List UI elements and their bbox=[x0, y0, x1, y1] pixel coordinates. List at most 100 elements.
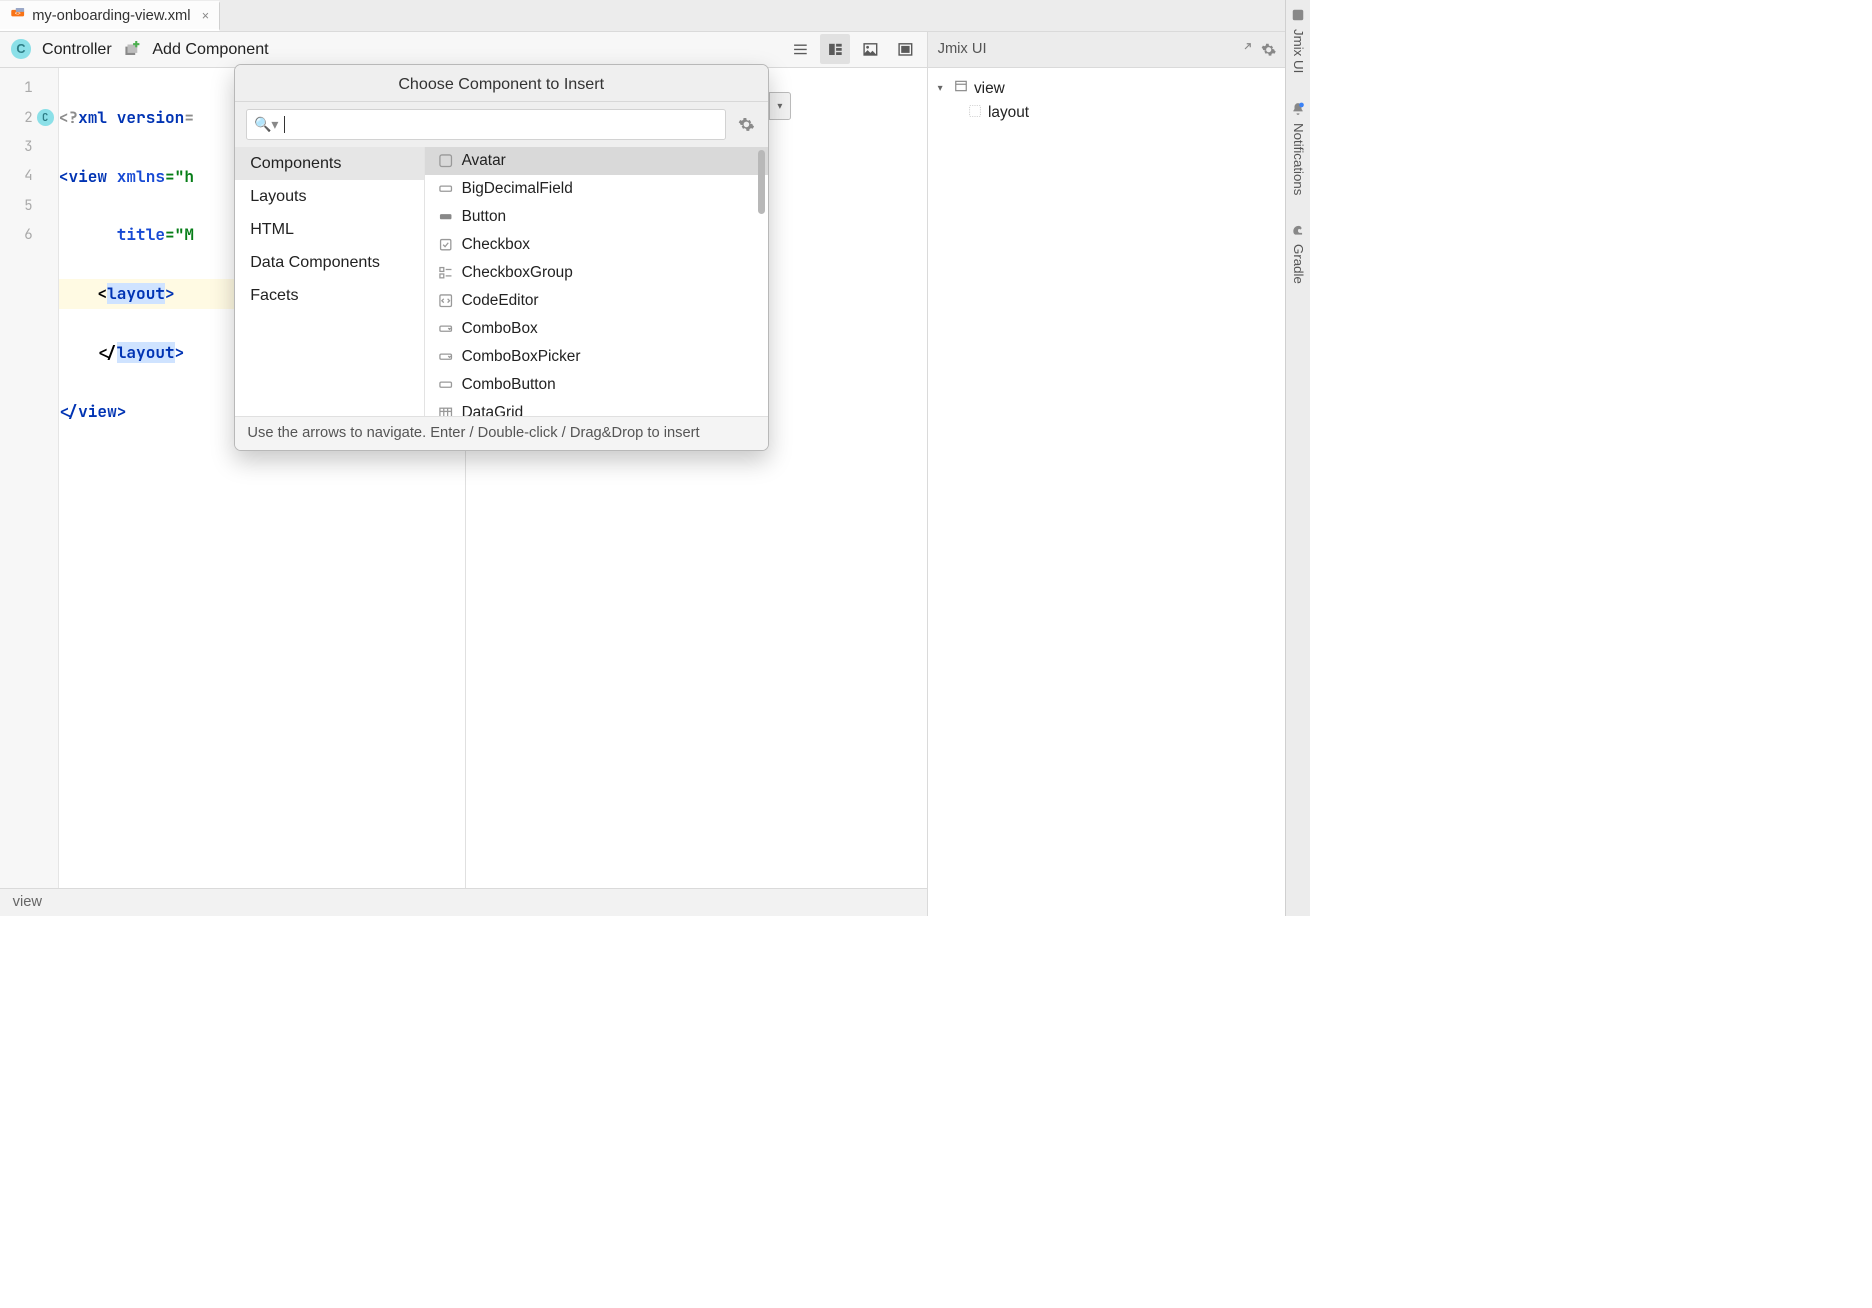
combo-button-icon bbox=[438, 377, 453, 392]
controller-link[interactable]: Controller bbox=[42, 40, 112, 59]
popup-title: Choose Component to Insert bbox=[235, 65, 768, 102]
gutter: 1 2C 3 4 5 6 bbox=[0, 68, 59, 888]
category-item[interactable]: Data Components bbox=[235, 246, 424, 279]
avatar-icon bbox=[438, 153, 453, 168]
gutter-line: 1 bbox=[0, 73, 58, 102]
component-label: ComboBoxPicker bbox=[462, 348, 581, 366]
component-chooser-popup: Choose Component to Insert 🔍▾ Components… bbox=[234, 64, 769, 450]
status-bar: view bbox=[0, 888, 927, 916]
tree-node-label: layout bbox=[988, 104, 1029, 122]
code-token: xml version bbox=[78, 107, 184, 128]
component-item[interactable]: ComboBox bbox=[425, 315, 767, 343]
controller-icon: C bbox=[11, 39, 31, 59]
category-item[interactable]: Components bbox=[235, 147, 424, 180]
component-item[interactable]: Checkbox bbox=[425, 231, 767, 259]
popup-hint: Use the arrows to navigate. Enter / Doub… bbox=[235, 416, 768, 450]
checkbox-group-icon bbox=[438, 265, 453, 280]
code-token: < bbox=[59, 283, 107, 304]
code-token: < bbox=[59, 166, 69, 187]
tree-node-label: view bbox=[974, 80, 1005, 98]
checkbox-icon bbox=[438, 237, 453, 252]
component-search-input[interactable]: 🔍▾ bbox=[246, 109, 726, 140]
view-mode-split-icon[interactable] bbox=[820, 34, 849, 63]
component-label: CodeEditor bbox=[462, 292, 539, 310]
component-label: Avatar bbox=[462, 152, 506, 170]
button-icon bbox=[438, 209, 453, 224]
gear-icon[interactable] bbox=[1260, 41, 1277, 58]
structure-tree[interactable]: ▾ view layout bbox=[928, 68, 1311, 916]
code-token: <? bbox=[59, 107, 78, 128]
code-token: > bbox=[117, 401, 127, 422]
code-token: title bbox=[117, 224, 165, 245]
combo-dropdown-button[interactable]: ▾ bbox=[769, 92, 791, 120]
window-icon bbox=[954, 79, 968, 98]
component-list[interactable]: Avatar BigDecimalField Button Checkbox C… bbox=[425, 147, 767, 416]
code-token: </ bbox=[59, 342, 117, 363]
tree-node-view[interactable]: ▾ view bbox=[938, 76, 1301, 101]
structure-title: Jmix UI bbox=[938, 41, 987, 57]
component-label: Button bbox=[462, 208, 507, 226]
code-token: = bbox=[165, 224, 175, 245]
code-editor-icon bbox=[438, 293, 453, 308]
gutter-line: 5 bbox=[0, 191, 58, 220]
rail-jmix-ui[interactable]: Jmix UI bbox=[1291, 4, 1306, 78]
jmix-icon bbox=[1291, 8, 1306, 23]
code-token: = bbox=[184, 107, 194, 128]
component-item[interactable]: Avatar bbox=[425, 147, 767, 175]
category-item[interactable]: HTML bbox=[235, 213, 424, 246]
gutter-line: 2C bbox=[0, 103, 58, 132]
view-mode-preview-icon[interactable] bbox=[890, 34, 919, 63]
gear-icon[interactable] bbox=[735, 114, 756, 135]
field-icon bbox=[438, 181, 453, 196]
category-item[interactable]: Facets bbox=[235, 279, 424, 312]
gutter-line: 3 bbox=[0, 132, 58, 161]
scrollbar[interactable] bbox=[758, 150, 765, 214]
code-token: view bbox=[78, 401, 117, 422]
code-token: layout bbox=[117, 342, 175, 363]
breadcrumb[interactable]: view bbox=[13, 894, 42, 910]
xml-file-icon: <> bbox=[10, 8, 25, 23]
rail-gradle[interactable]: Gradle bbox=[1291, 219, 1306, 288]
structure-header: Jmix UI bbox=[928, 32, 1311, 68]
tree-node-layout[interactable]: layout bbox=[938, 101, 1301, 126]
close-icon[interactable]: × bbox=[202, 9, 209, 23]
rail-label: Jmix UI bbox=[1291, 29, 1306, 73]
rail-label: Gradle bbox=[1291, 244, 1306, 284]
view-mode-list-icon[interactable] bbox=[785, 34, 814, 63]
component-item[interactable]: ComboBoxPicker bbox=[425, 343, 767, 371]
rail-label: Notifications bbox=[1291, 123, 1306, 195]
combobox-picker-icon bbox=[438, 349, 453, 364]
add-component-link[interactable]: Add Component bbox=[152, 40, 268, 59]
structure-panel: Jmix UI ▾ view layout bbox=[927, 32, 1311, 916]
text-caret bbox=[284, 116, 285, 133]
component-item[interactable]: Button bbox=[425, 203, 767, 231]
category-item[interactable]: Layouts bbox=[235, 180, 424, 213]
bell-icon bbox=[1291, 102, 1306, 117]
component-item[interactable]: ComboButton bbox=[425, 371, 767, 399]
editor-toolbar: C Controller Add Component bbox=[0, 32, 927, 68]
popout-icon[interactable] bbox=[1236, 41, 1253, 58]
search-icon: 🔍▾ bbox=[254, 116, 278, 133]
component-label: ComboBox bbox=[462, 320, 538, 338]
component-label: DataGrid bbox=[462, 404, 524, 416]
file-tab[interactable]: <> my-onboarding-view.xml × bbox=[0, 1, 220, 32]
gutter-line: 4 bbox=[0, 162, 58, 191]
view-mode-image-icon[interactable] bbox=[855, 34, 884, 63]
component-item[interactable]: CodeEditor bbox=[425, 287, 767, 315]
code-token: </ bbox=[59, 401, 78, 422]
component-item[interactable]: DataGrid bbox=[425, 399, 767, 416]
code-token: > bbox=[165, 283, 175, 304]
rail-notifications[interactable]: Notifications bbox=[1291, 97, 1306, 199]
controller-marker-icon[interactable]: C bbox=[37, 109, 54, 126]
component-item[interactable]: CheckboxGroup bbox=[425, 259, 767, 287]
add-component-icon bbox=[123, 40, 141, 58]
tab-bar: <> my-onboarding-view.xml × ⋮ bbox=[0, 0, 1310, 32]
file-tab-label: my-onboarding-view.xml bbox=[32, 8, 190, 24]
code-token: xmlns bbox=[117, 166, 165, 187]
component-item[interactable]: BigDecimalField bbox=[425, 175, 767, 203]
component-label: ComboButton bbox=[462, 376, 556, 394]
gradle-icon bbox=[1291, 223, 1306, 238]
chevron-down-icon[interactable]: ▾ bbox=[938, 83, 949, 94]
code-token: > bbox=[175, 342, 185, 363]
component-category-list[interactable]: Components Layouts HTML Data Components … bbox=[235, 147, 425, 416]
